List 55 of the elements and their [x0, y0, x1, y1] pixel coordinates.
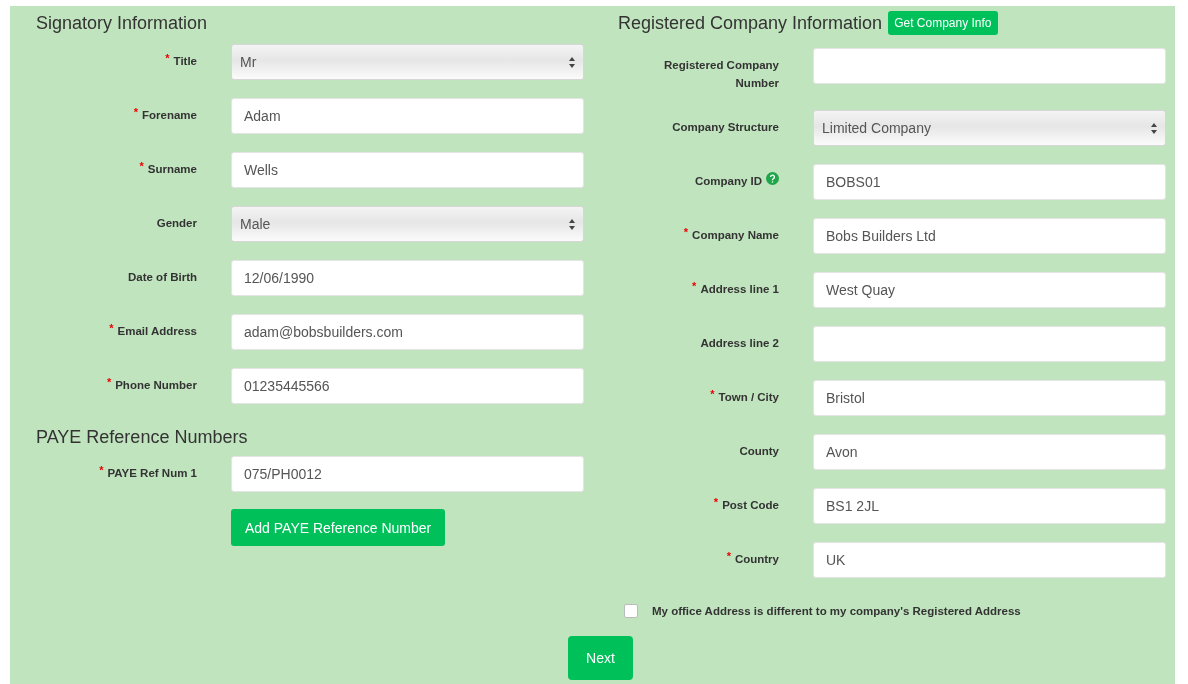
required-mark: *: [683, 226, 689, 238]
input-field[interactable]: [813, 326, 1166, 362]
checkbox-label: My office Address is different to my company's Registered Address: [652, 605, 1021, 617]
field-label: Company ID: [694, 174, 762, 189]
select-field[interactable]: Limited Company: [813, 110, 1166, 146]
field-label: Surname: [147, 162, 197, 177]
required-mark: *: [165, 52, 170, 64]
required-mark: *: [109, 322, 114, 334]
required-mark: *: [99, 464, 104, 476]
input-field[interactable]: adam@bobsbuilders.com: [231, 314, 584, 350]
select-field[interactable]: Mr: [231, 44, 584, 80]
field-label: Country: [734, 552, 779, 567]
input-field[interactable]: UK: [813, 542, 1166, 578]
input-field[interactable]: Adam: [231, 98, 584, 134]
select-arrows-icon: [1151, 122, 1157, 134]
field-label: Address line 2: [700, 336, 779, 351]
field-label: Post Code: [722, 498, 779, 513]
field-label: Address line 1: [700, 282, 779, 297]
required-mark: *: [106, 376, 112, 388]
field-label: Email Address: [117, 324, 197, 339]
input-field[interactable]: 01235445566: [231, 368, 584, 404]
field-label: Phone Number: [115, 378, 197, 393]
field-label: Company Structure: [672, 120, 779, 135]
input-field[interactable]: 12/06/1990: [231, 260, 584, 296]
required-mark: *: [133, 106, 139, 118]
input-field[interactable]: 075/PH0012: [231, 456, 584, 492]
input-field[interactable]: Bobs Builders Ltd: [813, 218, 1166, 254]
field-label: Registered Company Number: [662, 58, 779, 91]
field-label: County: [739, 444, 779, 459]
field-label: PAYE Ref Num 1: [107, 466, 197, 481]
select-arrows-icon: [569, 56, 575, 68]
required-mark: *: [710, 388, 715, 400]
required-mark: *: [713, 496, 719, 508]
field-label: Company Name: [692, 228, 779, 243]
section-heading: Signatory Information: [36, 12, 208, 34]
required-mark: *: [139, 160, 144, 172]
select-field[interactable]: Male: [231, 206, 584, 242]
input-field[interactable]: BOBS01: [813, 164, 1166, 200]
input-field[interactable]: BS1 2JL: [813, 488, 1166, 524]
select-arrows-icon: [569, 218, 575, 230]
field-label: Town / City: [718, 390, 779, 405]
field-label: Gender: [156, 216, 197, 231]
field-label: Forename: [142, 108, 197, 123]
input-field[interactable]: Bristol: [813, 380, 1166, 416]
section-heading: PAYE Reference Numbers: [36, 426, 248, 448]
required-mark: *: [726, 550, 731, 562]
field-label: Title: [173, 54, 197, 69]
checkbox[interactable]: [624, 604, 638, 618]
required-mark: *: [692, 280, 697, 292]
field-label: Date of Birth: [128, 270, 197, 285]
input-field[interactable]: Avon: [813, 434, 1166, 470]
input-field[interactable]: [813, 48, 1166, 84]
section-heading: Registered Company Information: [618, 12, 883, 34]
input-field[interactable]: Wells: [231, 152, 584, 188]
input-field[interactable]: West Quay: [813, 272, 1166, 308]
